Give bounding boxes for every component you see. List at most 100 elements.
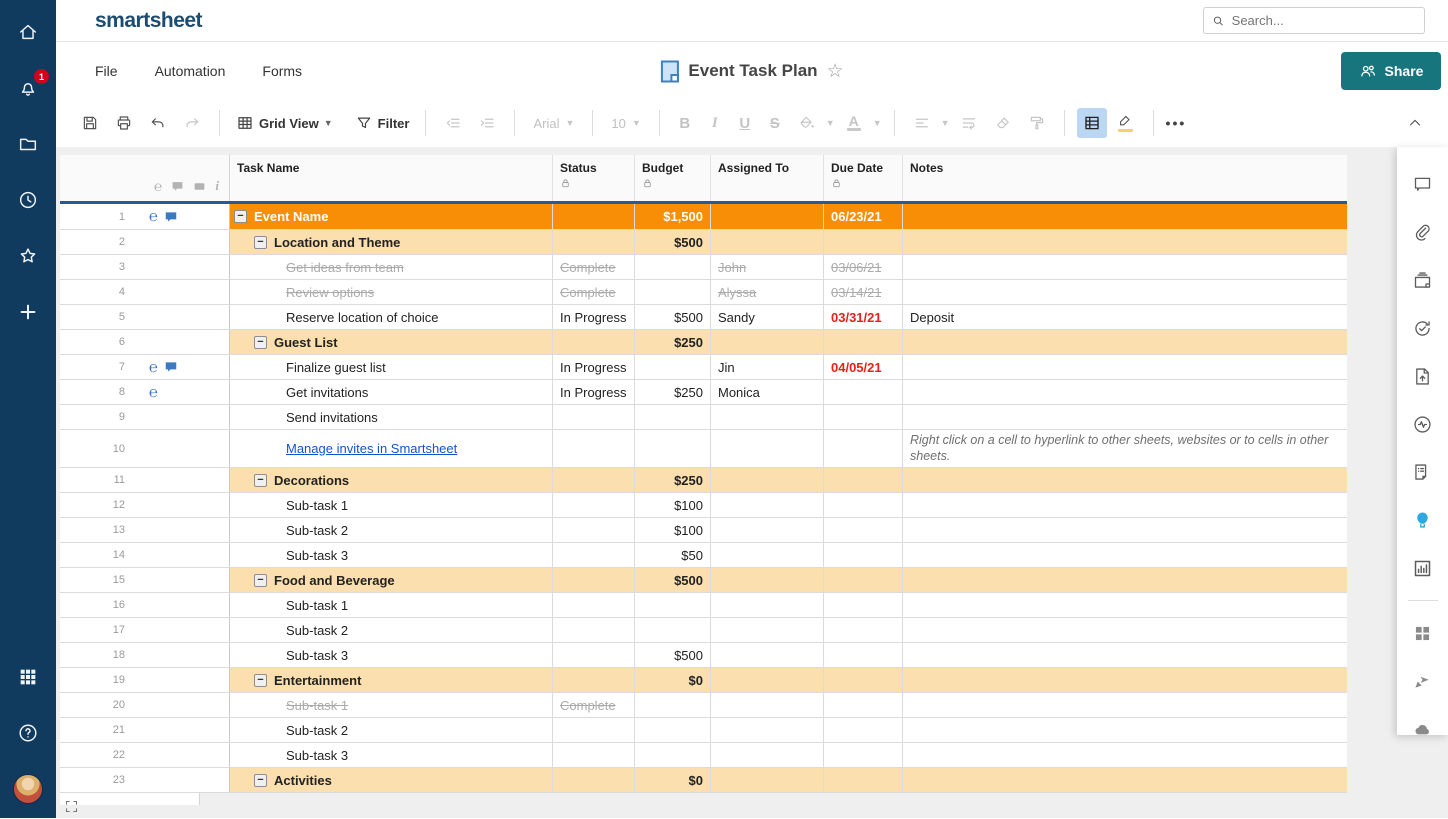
cell-assigned-to[interactable] (711, 430, 824, 467)
cell-status[interactable] (553, 718, 635, 742)
cell-due-date[interactable]: 03/14/21 (824, 280, 903, 304)
cell-task-name[interactable]: −Decorations (230, 468, 553, 492)
cell-budget[interactable]: $100 (635, 518, 711, 542)
cell-notes[interactable] (903, 668, 1347, 692)
row-number-cell[interactable]: 14 (60, 543, 230, 567)
grid-row[interactable]: 22Sub-task 3 (60, 743, 1347, 768)
comment-column-icon[interactable] (171, 180, 184, 193)
cell-due-date[interactable]: 03/06/21 (824, 255, 903, 279)
send-arrows-icon[interactable] (1406, 657, 1440, 705)
search-input[interactable] (1232, 13, 1416, 28)
cell-due-date[interactable] (824, 643, 903, 667)
cell-status[interactable] (553, 743, 635, 767)
cell-budget[interactable]: $500 (635, 568, 711, 592)
cell-notes[interactable] (903, 568, 1347, 592)
cell-due-date[interactable] (824, 718, 903, 742)
cell-assigned-to[interactable]: Monica (711, 380, 824, 404)
cell-status[interactable] (553, 230, 635, 254)
cell-status[interactable] (553, 468, 635, 492)
cell-budget[interactable]: $0 (635, 668, 711, 692)
grid-row[interactable]: 6−Guest List$250 (60, 330, 1347, 355)
grid-row[interactable]: 4Review optionsCompleteAlyssa03/14/21 (60, 280, 1347, 305)
cell-assigned-to[interactable]: Jin (711, 355, 824, 379)
cell-task-name[interactable]: Sub-task 2 (230, 518, 553, 542)
undo-icon[interactable] (143, 108, 173, 138)
activity-log-icon[interactable] (1406, 400, 1440, 448)
cell-due-date[interactable] (824, 493, 903, 517)
cell-task-name[interactable]: Get ideas from team (230, 255, 553, 279)
cell-status[interactable]: In Progress (553, 380, 635, 404)
favorites-star-icon[interactable] (13, 241, 43, 271)
indent-icon[interactable] (472, 108, 502, 138)
collapse-minus-icon[interactable]: − (234, 210, 247, 223)
row-number-cell[interactable]: 22 (60, 743, 230, 767)
cell-notes[interactable] (903, 768, 1347, 792)
cell-task-name[interactable]: −Activities (230, 768, 553, 792)
cell-budget[interactable]: $0 (635, 768, 711, 792)
cell-assigned-to[interactable]: Alyssa (711, 280, 824, 304)
attachment-column-icon[interactable]: ℮ (154, 179, 162, 193)
cell-assigned-to[interactable] (711, 693, 824, 717)
cell-status[interactable] (553, 668, 635, 692)
row-number-cell[interactable]: 19 (60, 668, 230, 692)
row-number-cell[interactable]: 3 (60, 255, 230, 279)
cell-task-name[interactable]: Manage invites in Smartsheet (230, 430, 553, 467)
grid-row[interactable]: 15−Food and Beverage $500 (60, 568, 1347, 593)
expand-fullscreen-icon[interactable] (64, 799, 79, 814)
row-info-icon[interactable]: i (215, 178, 219, 194)
row-number-cell[interactable]: 6 (60, 330, 230, 354)
cell-due-date[interactable] (824, 518, 903, 542)
row-number-cell[interactable]: 4 (60, 280, 230, 304)
cell-task-name[interactable]: −Food and Beverage (230, 568, 553, 592)
row-number-cell[interactable]: 10 (60, 430, 230, 467)
collapse-minus-icon[interactable]: − (254, 674, 267, 687)
clear-format-eraser-icon[interactable] (988, 108, 1018, 138)
cell-budget[interactable] (635, 593, 711, 617)
proofs-icon[interactable] (1406, 256, 1440, 304)
grid-row[interactable]: 16Sub-task 1 (60, 593, 1347, 618)
cell-status[interactable] (553, 768, 635, 792)
cell-assigned-to[interactable] (711, 593, 824, 617)
cell-status[interactable] (553, 593, 635, 617)
cell-status[interactable] (553, 330, 635, 354)
cell-budget[interactable]: $250 (635, 468, 711, 492)
cell-notes[interactable] (903, 543, 1347, 567)
collapse-minus-icon[interactable]: − (254, 336, 267, 349)
browse-folder-icon[interactable] (13, 129, 43, 159)
cell-notes[interactable]: Deposit (903, 305, 1347, 329)
view-selector[interactable]: Grid View ▼ (232, 114, 337, 132)
cloud-apps-icon[interactable] (1406, 705, 1440, 753)
redo-icon[interactable] (177, 108, 207, 138)
cell-notes[interactable] (903, 493, 1347, 517)
font-family-select[interactable]: Arial ▼ (527, 116, 580, 131)
format-painter-icon[interactable] (1022, 108, 1052, 138)
cell-due-date[interactable] (824, 668, 903, 692)
cell-status[interactable] (553, 405, 635, 429)
cell-assigned-to[interactable] (711, 405, 824, 429)
cell-status[interactable] (553, 493, 635, 517)
favorite-star-icon[interactable]: ☆ (827, 60, 844, 83)
cell-task-name[interactable]: Sub-task 1 (230, 693, 553, 717)
grid-row[interactable]: 12Sub-task 1$100 (60, 493, 1347, 518)
column-header-status[interactable]: Status (553, 155, 635, 201)
row-number-cell[interactable]: 8℮ (60, 380, 230, 404)
cell-assigned-to[interactable] (711, 768, 824, 792)
row-number-cell[interactable]: 17 (60, 618, 230, 642)
cell-notes[interactable] (903, 380, 1347, 404)
cell-task-name[interactable]: Sub-task 1 (230, 493, 553, 517)
cell-notes[interactable] (903, 255, 1347, 279)
cell-task-name[interactable]: Finalize guest list (230, 355, 553, 379)
row-number-cell[interactable]: 13 (60, 518, 230, 542)
cell-status[interactable]: In Progress (553, 305, 635, 329)
row-number-cell[interactable]: 15 (60, 568, 230, 592)
cell-due-date[interactable] (824, 743, 903, 767)
cell-status[interactable] (553, 204, 635, 229)
attachment-icon[interactable]: ℮ (149, 360, 158, 375)
proof-column-icon[interactable] (193, 180, 206, 193)
grid-row[interactable]: 10Manage invites in SmartsheetRight clic… (60, 430, 1347, 468)
recents-clock-icon[interactable] (13, 185, 43, 215)
text-color-icon[interactable]: A (839, 108, 869, 138)
cell-assigned-to[interactable] (711, 718, 824, 742)
cell-notes[interactable] (903, 693, 1347, 717)
cell-assigned-to[interactable] (711, 643, 824, 667)
